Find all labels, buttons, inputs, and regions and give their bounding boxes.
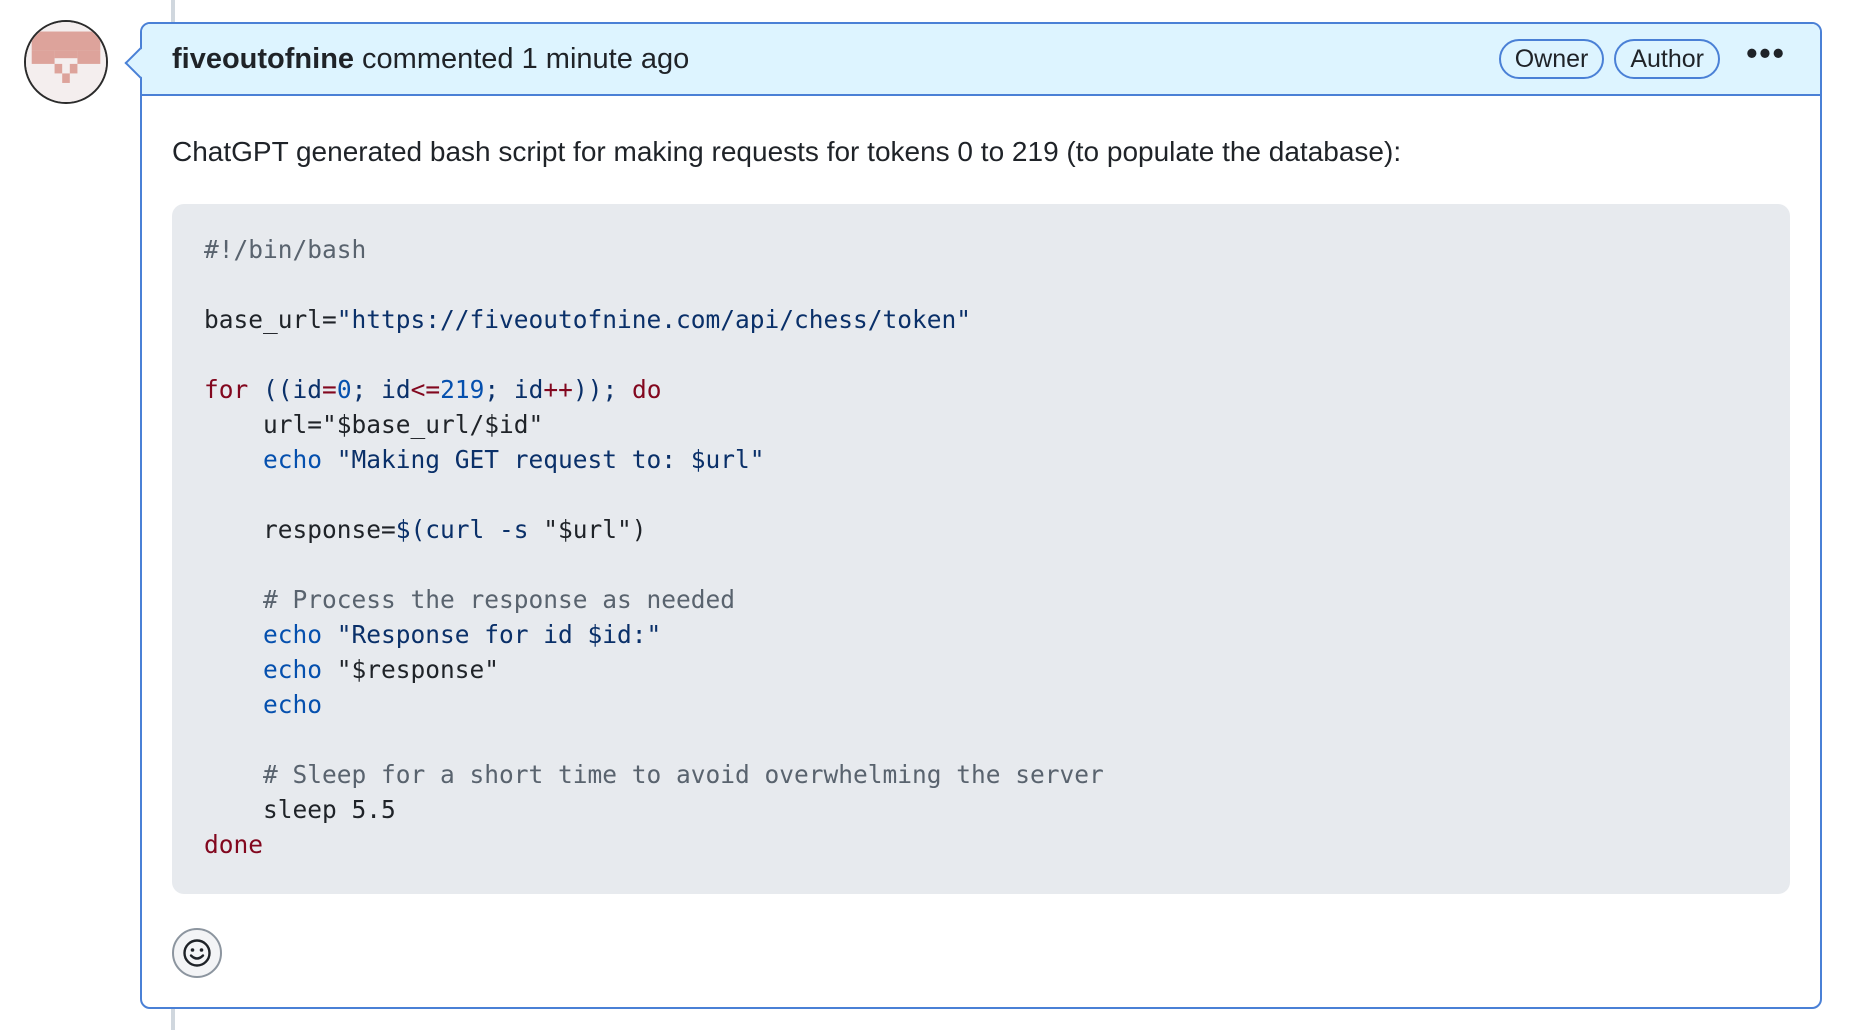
code-line: echo "Response for id $id:"	[204, 617, 1758, 652]
code-token: ++	[543, 375, 573, 404]
smiley-icon	[183, 939, 211, 967]
code-token: ((	[248, 375, 293, 404]
code-line: base_url="https://fiveoutofnine.com/api/…	[204, 302, 1758, 337]
code-line: done	[204, 827, 1758, 862]
code-line: # Sleep for a short time to avoid overwh…	[204, 757, 1758, 792]
code-token: "https://fiveoutofnine.com/api/chess/tok…	[336, 305, 972, 334]
comment-timestamp[interactable]: commented 1 minute ago	[362, 43, 689, 76]
code-token: #!/bin/bash	[204, 235, 367, 264]
code-token: $(curl -s	[395, 515, 529, 544]
code-token: ;	[351, 375, 382, 404]
avatar[interactable]	[24, 20, 108, 104]
code-line: sleep 5.5	[204, 792, 1758, 827]
code-token: # Process the response as needed	[204, 585, 736, 614]
code-token: echo	[263, 620, 323, 649]
code-line: for ((id=0; id<=219; id++)); do	[204, 372, 1758, 407]
code-token: id	[513, 375, 544, 404]
code-token: 219	[440, 375, 485, 404]
code-block: #!/bin/bash base_url="https://fiveoutofni…	[172, 204, 1790, 894]
code-line: url="$base_url/$id"	[204, 407, 1758, 442]
code-token: echo	[263, 690, 323, 719]
comment-card: fiveoutofnine commented 1 minute ago Own…	[124, 22, 1822, 1009]
comment-header: fiveoutofnine commented 1 minute ago Own…	[142, 24, 1820, 96]
code-token: sleep 5.5	[204, 795, 396, 824]
code-line: echo "Making GET request to: $url"	[204, 442, 1758, 477]
code-token: base_url=	[204, 305, 337, 334]
header-actions: Owner Author •••	[1498, 37, 1790, 79]
author-link[interactable]: fiveoutofnine	[172, 43, 354, 76]
timeline-line-top	[171, 0, 175, 22]
author-badge: Author	[1614, 39, 1720, 79]
code-token: url=	[204, 410, 323, 439]
comment-text: ChatGPT generated bash script for making…	[172, 136, 1402, 167]
code-token: "$response"	[322, 655, 500, 684]
code-token: <=	[410, 375, 441, 404]
code-token: id	[381, 375, 411, 404]
code-line: response=$(curl -s "$url")	[204, 512, 1758, 547]
avatar-identicon	[26, 22, 106, 102]
code-token: echo	[263, 655, 323, 684]
code-token: ));	[572, 375, 632, 404]
timeline-line-bottom	[171, 1008, 175, 1030]
code-token: echo	[263, 445, 323, 474]
code-line: #!/bin/bash	[204, 232, 1758, 267]
code-token: done	[204, 830, 264, 859]
comment-body: ChatGPT generated bash script for making…	[142, 132, 1820, 978]
code-token: "Making GET request to: $url"	[322, 445, 765, 474]
more-options-button[interactable]: •••	[1742, 37, 1790, 79]
code-token: for	[204, 375, 249, 404]
code-token: # Sleep for a short time to avoid overwh…	[204, 760, 1104, 789]
code-token: "$base_url/$id"	[322, 410, 544, 439]
code-token: "Response for id $id:"	[322, 620, 662, 649]
code-token: 0	[336, 375, 352, 404]
add-reaction-button[interactable]	[172, 928, 222, 978]
code-token: "$url")	[528, 515, 647, 544]
code-token: do	[631, 375, 662, 404]
code-token: response=	[204, 515, 396, 544]
code-line: # Process the response as needed	[204, 582, 1758, 617]
code-line: echo	[204, 687, 1758, 722]
code-line: echo "$response"	[204, 652, 1758, 687]
owner-badge: Owner	[1498, 39, 1605, 79]
code-token: =	[322, 375, 337, 404]
code-token: id	[292, 375, 323, 404]
code-token: ;	[484, 375, 514, 404]
